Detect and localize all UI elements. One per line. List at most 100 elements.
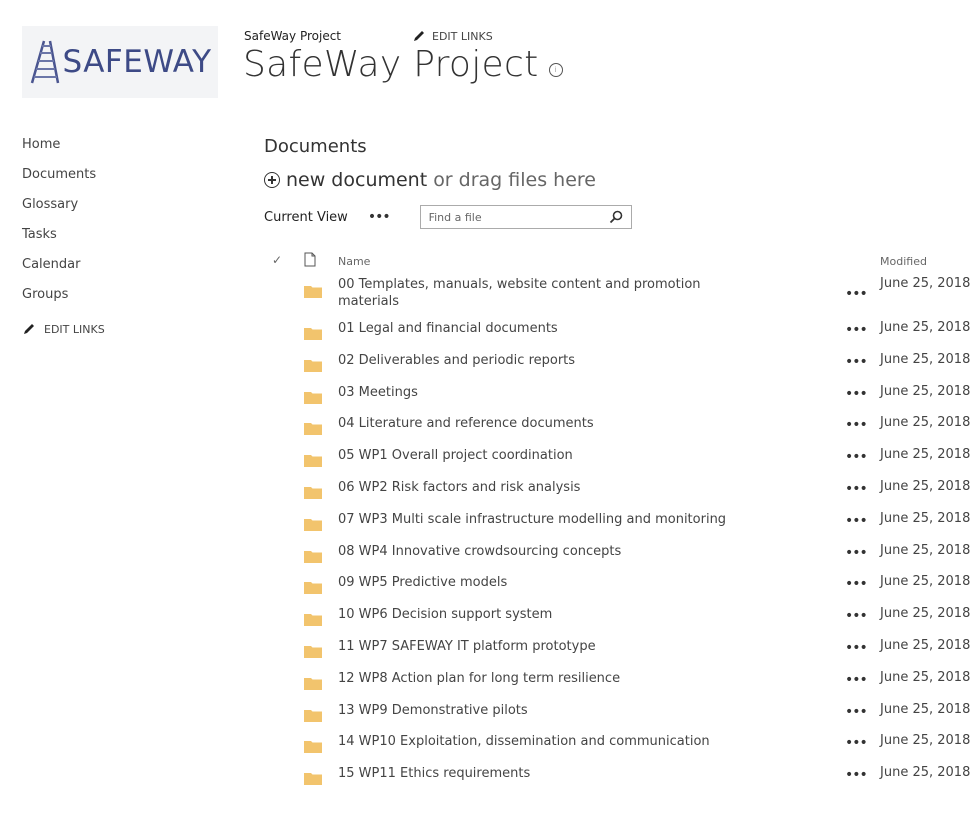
table-row[interactable]: 07 WP3 Multi scale infrastructure modell… <box>264 509 976 541</box>
nav-item-home[interactable]: Home <box>22 136 105 166</box>
column-header-modified[interactable]: Modified <box>880 255 927 268</box>
item-more-icon[interactable]: ••• <box>845 545 868 561</box>
table-row[interactable]: 00 Templates, manuals, website content a… <box>264 274 976 318</box>
file-name-link[interactable]: 13 WP9 Demonstrative pilots <box>338 702 758 719</box>
edit-links-top[interactable]: EDIT LINKS <box>412 29 493 43</box>
table-row[interactable]: 06 WP2 Risk factors and risk analysis •••… <box>264 477 976 509</box>
file-name-link[interactable]: 02 Deliverables and periodic reports <box>338 352 758 369</box>
item-more-icon[interactable]: ••• <box>845 672 868 688</box>
modified-date: June 25, 2018 <box>880 574 971 590</box>
item-more-icon[interactable]: ••• <box>845 767 868 783</box>
item-more-icon[interactable]: ••• <box>845 386 868 402</box>
page-title-text: SafeWay Project <box>243 44 539 85</box>
add-circle-icon[interactable] <box>264 172 280 188</box>
table-header: ✓ Name Modified <box>264 248 976 274</box>
table-row[interactable]: 10 WP6 Decision support system ••• June 25… <box>264 604 976 636</box>
file-name-link[interactable]: 11 WP7 SAFEWAY IT platform prototype <box>338 638 758 655</box>
file-type-icon[interactable] <box>304 252 316 267</box>
site-breadcrumb-link[interactable]: SafeWay Project <box>244 29 341 43</box>
item-more-icon[interactable]: ••• <box>845 286 868 302</box>
item-more-icon[interactable]: ••• <box>845 481 868 497</box>
modified-date: June 25, 2018 <box>880 510 971 526</box>
view-toolbar: Current View ••• <box>264 205 632 229</box>
item-more-icon[interactable]: ••• <box>845 576 868 592</box>
column-header-name[interactable]: Name <box>338 255 370 268</box>
file-name-link[interactable]: 01 Legal and financial documents <box>338 320 758 337</box>
select-all-checkmark[interactable]: ✓ <box>272 253 282 267</box>
documents-table: ✓ Name Modified 00 Templates, manuals, w… <box>264 248 976 795</box>
file-name-link[interactable]: 10 WP6 Decision support system <box>338 606 758 623</box>
table-row[interactable]: 14 WP10 Exploitation, dissemination and … <box>264 731 976 763</box>
modified-date: June 25, 2018 <box>880 320 971 335</box>
file-name-link[interactable]: 06 WP2 Risk factors and risk analysis <box>338 479 758 496</box>
file-name-link[interactable]: 08 WP4 Innovative crowdsourcing concepts <box>338 543 758 560</box>
file-name-link[interactable]: 12 WP8 Action plan for long term resilie… <box>338 670 758 687</box>
file-name-link[interactable]: 09 WP5 Predictive models <box>338 574 758 591</box>
table-row[interactable]: 12 WP8 Action plan for long term resilie… <box>264 668 976 700</box>
table-row[interactable]: 15 WP11 Ethics requirements ••• June 25, 2… <box>264 763 976 795</box>
modified-date: June 25, 2018 <box>880 637 971 653</box>
item-more-icon[interactable]: ••• <box>845 704 868 720</box>
folder-icon <box>304 773 322 786</box>
nav-edit-links-label: EDIT LINKS <box>44 322 105 336</box>
quick-launch-nav: Home Documents Glossary Tasks Calendar G… <box>22 136 105 336</box>
nav-item-calendar[interactable]: Calendar <box>22 256 105 286</box>
current-view-tab[interactable]: Current View <box>264 210 348 225</box>
table-row[interactable]: 04 Literature and reference documents •••… <box>264 413 976 445</box>
modified-date: June 25, 2018 <box>880 383 971 399</box>
file-name-link[interactable]: 03 Meetings <box>338 384 758 401</box>
railway-icon <box>31 40 60 84</box>
item-more-icon[interactable]: ••• <box>845 735 868 751</box>
table-row[interactable]: 11 WP7 SAFEWAY IT platform prototype ••• J… <box>264 636 976 668</box>
file-name-link[interactable]: 15 WP11 Ethics requirements <box>338 765 758 782</box>
table-row[interactable]: 05 WP1 Overall project coordination ••• Ju… <box>264 445 976 477</box>
folder-icon <box>304 455 322 468</box>
item-more-icon[interactable]: ••• <box>845 449 868 465</box>
table-row[interactable]: 08 WP4 Innovative crowdsourcing concepts… <box>264 541 976 573</box>
modified-date: June 25, 2018 <box>880 733 971 749</box>
item-more-icon[interactable]: ••• <box>845 322 868 338</box>
search-icon[interactable] <box>609 210 623 224</box>
nav-edit-links[interactable]: EDIT LINKS <box>22 322 105 336</box>
folder-icon <box>304 614 322 627</box>
item-more-icon[interactable]: ••• <box>845 640 868 656</box>
modified-date: June 25, 2018 <box>880 415 971 431</box>
folder-icon <box>304 550 322 563</box>
modified-date: June 25, 2018 <box>880 351 971 367</box>
folder-icon <box>304 677 322 690</box>
folder-icon <box>304 391 322 404</box>
table-row[interactable]: 13 WP9 Demonstrative pilots ••• June 25, 2… <box>264 700 976 732</box>
site-logo[interactable]: SAFEWAY <box>22 26 218 98</box>
table-row[interactable]: 02 Deliverables and periodic reports ••• J… <box>264 350 976 382</box>
folder-icon <box>304 359 322 372</box>
table-row[interactable]: 01 Legal and financial documents ••• June … <box>264 318 976 350</box>
file-name-link[interactable]: 07 WP3 Multi scale infrastructure modell… <box>338 511 758 528</box>
table-row[interactable]: 09 WP5 Predictive models ••• June 25, 2018 <box>264 572 976 604</box>
file-name-link[interactable]: 14 WP10 Exploitation, dissemination and … <box>338 733 758 750</box>
view-more-icon[interactable]: ••• <box>368 209 391 225</box>
info-icon[interactable]: i <box>548 62 563 77</box>
find-file-box <box>419 205 632 229</box>
library-title[interactable]: Documents <box>264 136 367 157</box>
folder-icon <box>304 709 322 722</box>
logo-text: SAFEWAY <box>62 44 212 80</box>
file-name-link[interactable]: 05 WP1 Overall project coordination <box>338 447 758 464</box>
nav-item-tasks[interactable]: Tasks <box>22 226 105 256</box>
table-body: 00 Templates, manuals, website content a… <box>264 274 976 795</box>
folder-icon <box>304 328 322 340</box>
item-more-icon[interactable]: ••• <box>845 513 868 529</box>
pencil-icon <box>414 31 424 41</box>
item-more-icon[interactable]: ••• <box>845 608 868 624</box>
modified-date: June 25, 2018 <box>880 606 971 622</box>
file-name-link[interactable]: 00 Templates, manuals, website content a… <box>338 276 758 310</box>
find-file-input[interactable] <box>428 210 589 224</box>
new-document-bar: new document or drag files here <box>264 169 596 191</box>
file-name-link[interactable]: 04 Literature and reference documents <box>338 415 758 432</box>
nav-item-groups[interactable]: Groups <box>22 286 105 316</box>
nav-item-documents[interactable]: Documents <box>22 166 105 196</box>
new-document-link[interactable]: new document <box>286 169 427 191</box>
table-row[interactable]: 03 Meetings ••• June 25, 2018 <box>264 382 976 414</box>
item-more-icon[interactable]: ••• <box>845 417 868 433</box>
nav-item-glossary[interactable]: Glossary <box>22 196 105 226</box>
item-more-icon[interactable]: ••• <box>845 354 868 370</box>
